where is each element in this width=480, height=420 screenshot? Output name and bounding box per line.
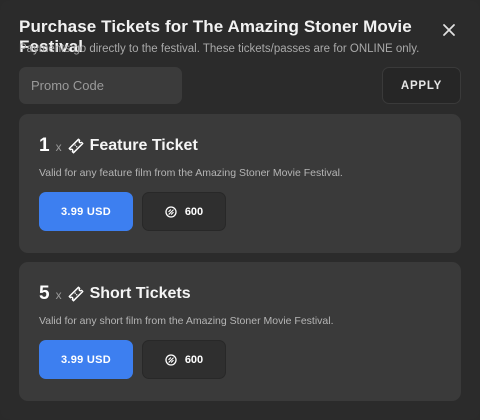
buy-usd-button[interactable]: 3.99 USD <box>39 340 133 379</box>
ticket-card-feature: 1 x Feature Ticket Valid for any feature… <box>19 114 461 253</box>
coin-icon <box>165 205 177 218</box>
purchase-tickets-modal: Purchase Tickets for The Amazing Stoner … <box>0 0 480 420</box>
ticket-description: Valid for any short film from the Amazin… <box>39 315 334 327</box>
ticket-header: 1 x Feature Ticket <box>39 134 198 158</box>
promo-code-input[interactable] <box>19 67 182 104</box>
buy-points-button[interactable]: 600 <box>142 340 226 379</box>
ticket-description: Valid for any feature film from the Amaz… <box>39 167 343 179</box>
ticket-icon <box>68 138 84 154</box>
coin-icon <box>165 353 177 366</box>
ticket-name: Feature Ticket <box>89 137 198 154</box>
times-symbol: x <box>55 288 62 302</box>
buy-points-button[interactable]: 600 <box>142 192 226 231</box>
points-value: 600 <box>184 205 204 218</box>
ticket-card-short: 5 x Short Tickets Valid for any short fi… <box>19 262 461 401</box>
close-icon[interactable] <box>440 21 458 39</box>
modal-subtitle: Payments go directly to the festival. Th… <box>19 43 420 55</box>
ticket-quantity: 1 <box>39 135 50 156</box>
apply-button[interactable]: APPLY <box>382 67 461 104</box>
ticket-name: Short Tickets <box>89 285 191 302</box>
times-symbol: x <box>55 140 62 154</box>
ticket-header: 5 x Short Tickets <box>39 282 191 306</box>
points-value: 600 <box>184 353 204 366</box>
ticket-quantity: 5 <box>39 283 50 304</box>
ticket-icon <box>68 286 84 302</box>
buy-usd-button[interactable]: 3.99 USD <box>39 192 133 231</box>
